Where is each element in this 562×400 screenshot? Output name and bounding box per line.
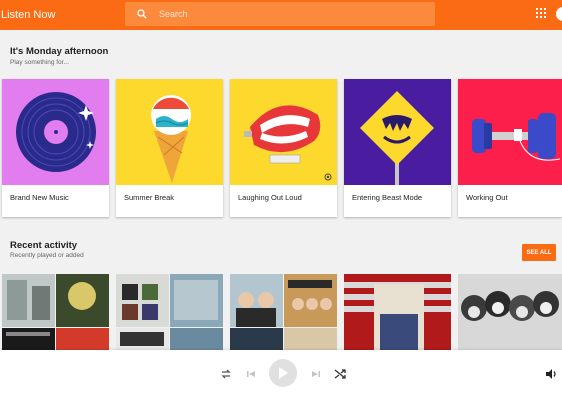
section-subtitle-recent: Recently played or added (10, 252, 84, 259)
search-bar[interactable]: Search (125, 2, 435, 26)
top-app-bar: Listen Now Search (0, 0, 562, 30)
main-content: It's Monday afternoon Play something for… (0, 30, 562, 350)
section-title-listen: It's Monday afternoon (10, 46, 109, 57)
vinyl-record-art (2, 79, 109, 185)
shuffle-icon[interactable] (333, 367, 347, 381)
recent-album-tile[interactable] (2, 274, 109, 350)
card-label: Summer Break (124, 193, 175, 202)
repeat-icon[interactable] (219, 367, 233, 381)
recent-album-tile[interactable] (458, 274, 562, 350)
volume-icon[interactable] (544, 367, 558, 381)
see-all-button[interactable]: SEE ALL (522, 244, 556, 261)
next-icon[interactable] (309, 367, 323, 381)
play-icon (279, 367, 288, 379)
radio-icon (324, 173, 332, 181)
dumbbell-art (458, 79, 562, 185)
recent-album-tile[interactable] (344, 274, 451, 350)
section-title-recent: Recent activity (10, 240, 78, 251)
card-label: Working Out (466, 193, 508, 202)
page-title: Listen Now (1, 9, 56, 21)
card-label: Brand New Music (10, 193, 69, 202)
card-label: Laughing Out Loud (238, 193, 302, 202)
player-bar (0, 350, 562, 400)
search-icon[interactable] (125, 9, 159, 19)
previous-icon[interactable] (244, 367, 258, 381)
station-card-summer-break[interactable]: Summer Break (116, 79, 223, 217)
beast-sign-art (344, 79, 451, 185)
station-card-working-out[interactable]: Working Out (458, 79, 562, 217)
recent-album-tile[interactable] (230, 274, 337, 350)
ice-cream-art (116, 79, 223, 185)
search-input[interactable]: Search (159, 9, 188, 19)
station-card-laughing-out-loud[interactable]: Laughing Out Loud (230, 79, 337, 217)
station-card-brand-new-music[interactable]: Brand New Music (2, 79, 109, 217)
play-button[interactable] (269, 359, 297, 387)
card-label: Entering Beast Mode (352, 193, 423, 202)
avatar[interactable] (556, 7, 562, 21)
wind-up-teeth-art (230, 79, 337, 185)
recent-album-tile[interactable] (116, 274, 223, 350)
section-subtitle-listen: Play something for... (10, 59, 69, 66)
apps-grid-icon[interactable] (536, 8, 546, 18)
station-card-entering-beast-mode[interactable]: Entering Beast Mode (344, 79, 451, 217)
